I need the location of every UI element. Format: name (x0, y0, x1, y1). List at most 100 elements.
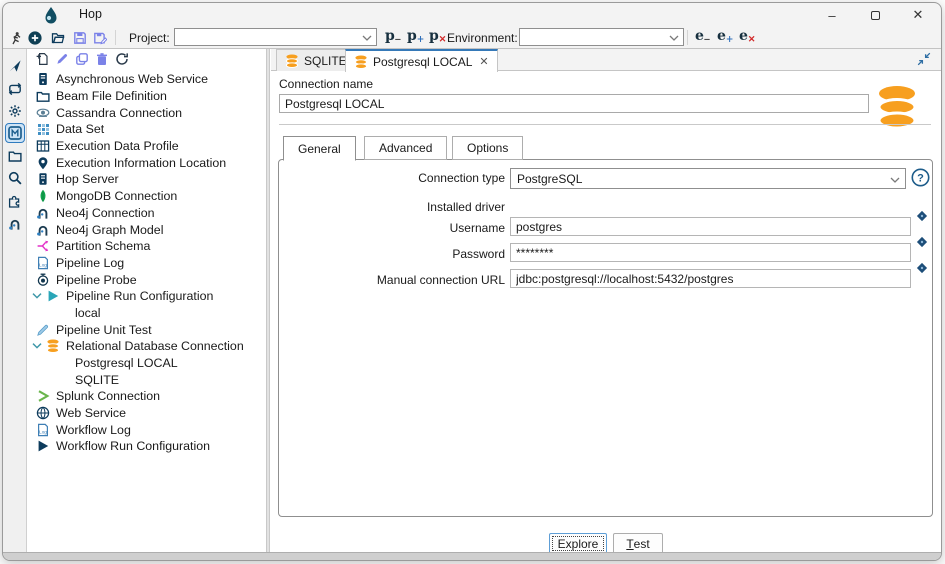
delete-metadata-button[interactable] (94, 51, 110, 67)
minimize-icon: – (828, 8, 835, 23)
minimize-button[interactable]: – (811, 3, 853, 27)
copy-icon (75, 52, 89, 66)
tree-item-label: Pipeline Run Configuration (66, 289, 213, 303)
document-tab-postgresql-local[interactable]: Postgresql LOCAL✕ (345, 49, 498, 72)
tab-label: Options (467, 141, 508, 155)
tab-general[interactable]: General (283, 136, 356, 161)
server-icon (36, 172, 50, 186)
pencil-light-icon (36, 323, 50, 337)
project-edit-button[interactable]: p‒ (385, 28, 401, 47)
tree-item[interactable]: Beam File Definition (28, 88, 266, 105)
test-button[interactable]: Test (613, 533, 663, 554)
perspective-file-explorer[interactable] (5, 146, 25, 166)
tree-item[interactable]: Pipeline Unit Test (28, 321, 266, 338)
environment-delete-button[interactable]: e✕ (739, 28, 755, 47)
open-file-button[interactable] (49, 29, 66, 46)
manual-url-input[interactable] (510, 269, 911, 288)
tree-item[interactable]: LogWorkflow Log (28, 421, 266, 438)
tab-close-icon[interactable]: ✕ (479, 55, 488, 68)
tree-item[interactable]: MongoDB Connection (28, 188, 266, 205)
database-icon (875, 85, 919, 129)
p-folder-icon (8, 149, 22, 163)
tree-item[interactable]: Neo4j Connection (28, 205, 266, 222)
hop-run-icon[interactable] (7, 29, 24, 46)
variable-icon[interactable] (916, 210, 928, 222)
edit-metadata-button[interactable] (54, 51, 70, 67)
document-tabbar: SQLITEPostgresql LOCAL✕ (271, 49, 941, 71)
environment-combo[interactable] (519, 28, 684, 46)
subscript: ✕ (439, 35, 447, 45)
toolbar-separator (687, 30, 688, 45)
tree-item-label: MongoDB Connection (56, 189, 177, 203)
connection-type-value: PostgreSQL (517, 172, 582, 186)
help-icon[interactable]: ? (911, 168, 930, 187)
connection-type-combo[interactable]: PostgreSQL (510, 168, 906, 189)
project-add-button[interactable]: p+ (407, 28, 424, 47)
save-as-button[interactable] (91, 29, 108, 46)
tree-item[interactable]: local (28, 305, 266, 322)
panel-splitter[interactable] (267, 49, 270, 552)
chevron-down-icon[interactable] (32, 342, 45, 350)
perspective-configuration[interactable] (5, 101, 25, 121)
tree-item-label: Execution Data Profile (56, 139, 179, 153)
maximize-icon (871, 11, 880, 20)
p-arrow-icon (8, 59, 22, 73)
letter: p (385, 28, 395, 44)
tree-item[interactable]: Cassandra Connection (28, 104, 266, 121)
perspective-plugins[interactable] (5, 191, 25, 211)
tree-item[interactable]: Splunk Connection (28, 388, 266, 405)
tree-item[interactable]: Postgresql LOCAL (28, 355, 266, 372)
variable-icon[interactable] (916, 262, 928, 274)
refresh-metadata-button[interactable] (114, 51, 130, 67)
save-button[interactable] (71, 29, 88, 46)
p-metadata-icon (8, 126, 22, 140)
tab-options[interactable]: Options (452, 136, 523, 160)
tree-item[interactable]: Execution Information Location (28, 154, 266, 171)
environment-label: Environment: (447, 31, 518, 45)
tree-item[interactable]: LogPipeline Log (28, 255, 266, 272)
explore-button[interactable]: Explore (549, 533, 607, 554)
tree-item[interactable]: Data Set (28, 121, 266, 138)
tab-advanced[interactable]: Advanced (364, 136, 447, 160)
tree-item[interactable]: Neo4j Graph Model (28, 221, 266, 238)
perspective-search[interactable] (5, 168, 25, 188)
password-input[interactable] (510, 243, 911, 262)
variable-icon[interactable] (916, 236, 928, 248)
window-title: Hop (79, 7, 102, 21)
folder-icon (36, 89, 50, 103)
environment-add-button[interactable]: e+ (717, 28, 733, 47)
tree-item[interactable]: Pipeline Probe (28, 271, 266, 288)
perspective-metadata[interactable] (5, 123, 25, 143)
document-tab-sqlite[interactable]: SQLITE (276, 49, 356, 71)
new-item-button[interactable] (26, 29, 43, 46)
connection-name-input[interactable] (279, 94, 869, 113)
project-combo[interactable] (174, 28, 377, 46)
subscript: ‒ (395, 35, 401, 45)
perspective-neo4j[interactable] (5, 214, 25, 234)
duplicate-metadata-button[interactable] (74, 51, 90, 67)
tree-item[interactable]: Relational Database Connection (28, 338, 266, 355)
content-area: Asynchronous Web ServiceBeam File Defini… (3, 48, 941, 552)
chevron-down-icon[interactable] (32, 292, 45, 300)
tree-item[interactable]: Partition Schema (28, 238, 266, 255)
new-metadata-button[interactable] (34, 51, 50, 67)
tree-item[interactable]: Hop Server (28, 171, 266, 188)
maximize-button[interactable] (854, 3, 896, 27)
tree-item[interactable]: Pipeline Run Configuration (28, 288, 266, 305)
collapse-panel-icon[interactable] (917, 52, 931, 66)
tree-item[interactable]: Workflow Run Configuration (28, 438, 266, 455)
environment-edit-button[interactable]: e‒ (695, 28, 710, 47)
tree-item[interactable]: Execution Data Profile (28, 138, 266, 155)
trash-icon (95, 52, 109, 66)
tree-item[interactable]: Asynchronous Web Service (28, 71, 266, 88)
tree-item[interactable]: SQLITE (28, 371, 266, 388)
tree-item-label: Execution Information Location (56, 156, 226, 170)
perspective-workflow[interactable] (5, 79, 25, 99)
perspective-data-orchestration[interactable] (5, 56, 25, 76)
project-delete-button[interactable]: p✕ (429, 28, 446, 47)
close-button[interactable]: ✕ (897, 3, 939, 27)
letter: e (695, 28, 704, 44)
tree-item[interactable]: Web Service (28, 405, 266, 422)
username-input[interactable] (510, 217, 911, 236)
metadata-tree: Asynchronous Web ServiceBeam File Defini… (28, 71, 266, 552)
